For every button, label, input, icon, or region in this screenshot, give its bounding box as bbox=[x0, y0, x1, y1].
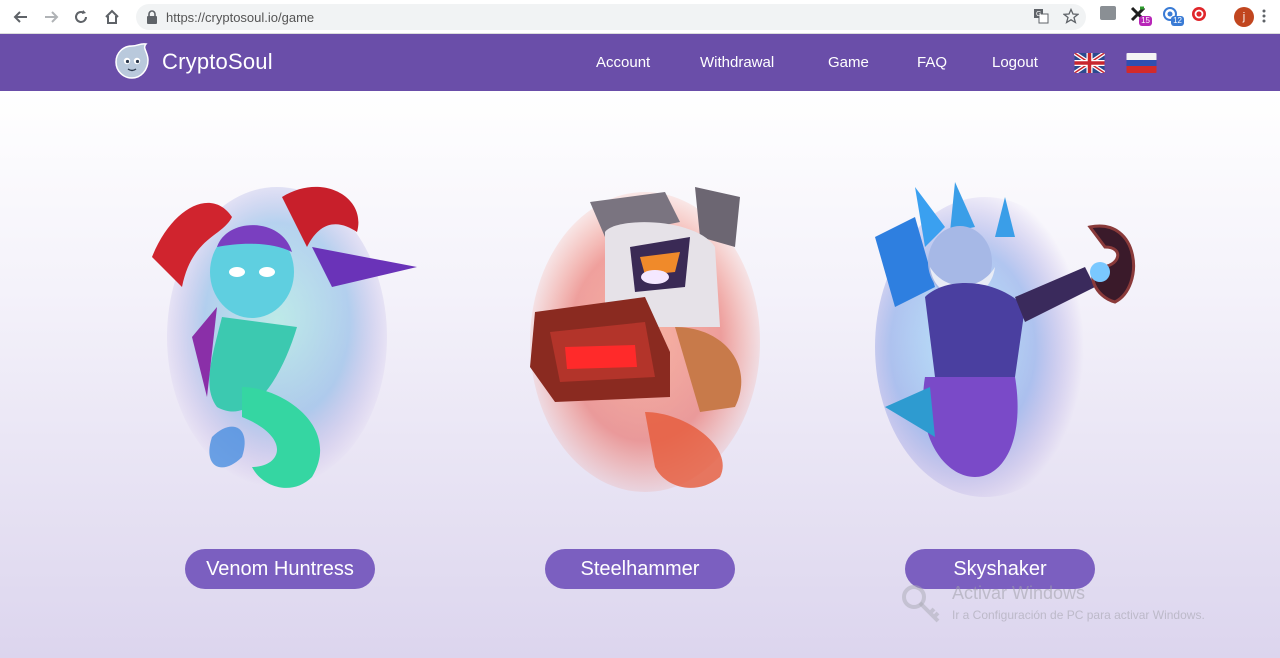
menu-dots-icon[interactable] bbox=[1262, 8, 1266, 24]
address-bar[interactable]: https://cryptosoul.io/game G bbox=[136, 4, 1086, 30]
reload-icon[interactable] bbox=[66, 2, 96, 32]
svg-text:G: G bbox=[1036, 11, 1041, 18]
home-icon[interactable] bbox=[97, 2, 127, 32]
brand-logo[interactable]: CryptoSoul bbox=[112, 42, 273, 82]
extension-badge-1: 15 bbox=[1139, 16, 1152, 26]
game-hero-selection: Venom Huntress Steelhammer Skyshaker bbox=[0, 91, 1280, 658]
key-icon bbox=[902, 585, 940, 623]
nav-withdrawal[interactable]: Withdrawal bbox=[700, 54, 774, 71]
forward-icon[interactable] bbox=[36, 2, 66, 32]
extension-icon-3[interactable]: 12 bbox=[1162, 6, 1184, 26]
steelhammer-button[interactable]: Steelhammer bbox=[545, 549, 735, 589]
translate-icon[interactable]: G bbox=[1032, 7, 1050, 25]
extension-icon-2[interactable]: 15 bbox=[1130, 6, 1152, 26]
browser-toolbar: https://cryptosoul.io/game G 15 12 j bbox=[0, 0, 1280, 34]
extension-badge-2: 12 bbox=[1171, 16, 1184, 26]
url-text: https://cryptosoul.io/game bbox=[166, 9, 315, 25]
brand-name: CryptoSoul bbox=[162, 49, 273, 74]
extension-icon-4[interactable] bbox=[1191, 6, 1207, 22]
ru-flag-icon[interactable] bbox=[1126, 53, 1157, 73]
venom-huntress-button[interactable]: Venom Huntress bbox=[185, 549, 375, 589]
watermark-title: Activar Windows bbox=[952, 583, 1086, 603]
watermark-subtitle: Ir a Configuración de PC para activar Wi… bbox=[952, 608, 1205, 622]
nav-game[interactable]: Game bbox=[828, 54, 869, 71]
back-icon[interactable] bbox=[6, 2, 36, 32]
nav-logout[interactable]: Logout bbox=[992, 54, 1038, 71]
soul-mascot-icon bbox=[115, 43, 149, 79]
bookmark-star-icon[interactable] bbox=[1062, 7, 1080, 25]
profile-avatar[interactable]: j bbox=[1234, 7, 1254, 27]
lock-icon bbox=[147, 10, 157, 24]
nav-account[interactable]: Account bbox=[596, 54, 650, 71]
venom-huntress-art[interactable] bbox=[132, 177, 422, 507]
steelhammer-art[interactable] bbox=[495, 177, 785, 507]
extension-icon-1[interactable] bbox=[1100, 6, 1116, 20]
nav-faq[interactable]: FAQ bbox=[917, 54, 947, 71]
site-header: CryptoSoul Account Withdrawal Game FAQ L… bbox=[0, 34, 1280, 91]
uk-flag-icon[interactable] bbox=[1074, 53, 1105, 73]
skyshaker-art[interactable] bbox=[855, 177, 1145, 507]
windows-activation-watermark: Activar Windows Ir a Configuración de PC… bbox=[900, 583, 1205, 623]
